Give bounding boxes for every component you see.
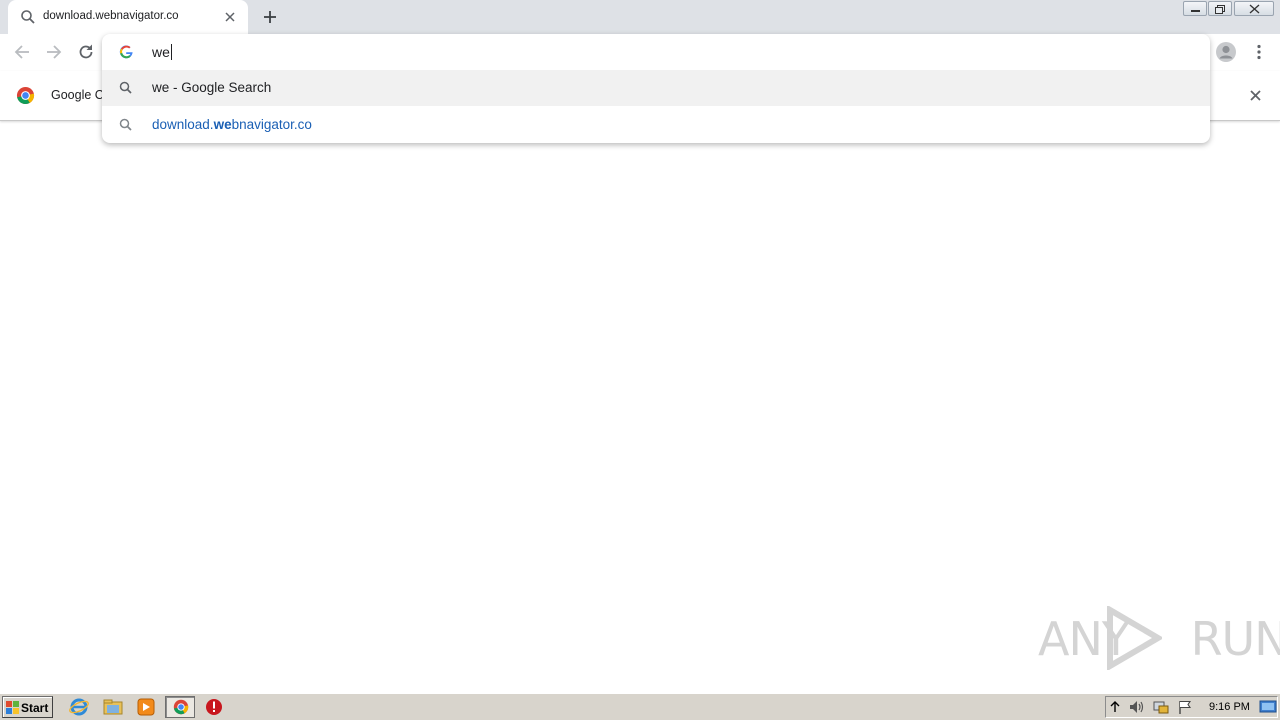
- menu-dots-icon[interactable]: [1250, 43, 1268, 61]
- stop-alert-icon[interactable]: [203, 697, 225, 717]
- forward-icon[interactable]: [44, 42, 64, 62]
- search-icon: [119, 81, 132, 94]
- suggestion-item[interactable]: download.webnavigator.co: [102, 107, 1210, 143]
- omnibox-input[interactable]: we: [152, 44, 172, 60]
- anyrun-watermark: ANY RUN: [1036, 606, 1280, 676]
- chrome-logo-icon: [16, 86, 35, 105]
- reload-icon[interactable]: [76, 42, 96, 62]
- omnibox-popup: we we - Google Search download.webnaviga…: [102, 34, 1210, 143]
- tab-strip: download.webnavigator.co: [0, 0, 1280, 34]
- suggestion-item[interactable]: we - Google Search: [102, 70, 1210, 106]
- taskbar: Start 9:16 PM: [0, 693, 1280, 720]
- back-icon[interactable]: [12, 42, 32, 62]
- taskbar-chrome-button[interactable]: [165, 696, 195, 718]
- show-hidden-icons-icon[interactable]: [1109, 700, 1121, 714]
- suggestion-url-prefix: download.: [152, 117, 214, 132]
- suggestion-text: we - Google Search: [152, 80, 272, 95]
- start-label: Start: [21, 701, 49, 715]
- folder-icon[interactable]: [102, 697, 124, 717]
- volume-icon[interactable]: [1128, 699, 1146, 715]
- tab-title: download.webnavigator.co: [43, 10, 179, 22]
- action-center-flag-icon[interactable]: [1177, 699, 1193, 715]
- minimize-button[interactable]: [1183, 1, 1207, 16]
- omnibox-input-text: we: [152, 44, 170, 60]
- browser-tab[interactable]: download.webnavigator.co: [8, 0, 248, 34]
- text-caret: [170, 44, 172, 60]
- windows-logo-icon: [6, 701, 19, 714]
- show-desktop-icon[interactable]: [1259, 699, 1277, 715]
- profile-icon[interactable]: [1215, 41, 1237, 63]
- google-g-icon: [119, 45, 133, 59]
- search-icon: [119, 118, 132, 131]
- search-icon: [21, 10, 35, 24]
- watermark-text: ANY RUN: [1038, 612, 1280, 666]
- media-player-icon[interactable]: [135, 697, 157, 717]
- internet-explorer-icon[interactable]: [68, 697, 90, 717]
- start-button[interactable]: Start: [2, 696, 53, 718]
- close-icon[interactable]: [222, 9, 238, 25]
- system-clock[interactable]: 9:16 PM: [1209, 701, 1250, 713]
- restore-button[interactable]: [1208, 1, 1232, 16]
- close-window-button[interactable]: [1234, 1, 1274, 16]
- close-icon: [1249, 4, 1260, 14]
- new-tab-icon[interactable]: [260, 7, 280, 27]
- close-icon[interactable]: [1249, 89, 1262, 102]
- suggestion-url-match: we: [213, 117, 232, 132]
- suggestion-url-suffix: bnavigator.co: [231, 117, 312, 132]
- info-bar-text: Google Cl: [51, 88, 107, 102]
- network-icon[interactable]: [1152, 699, 1170, 715]
- chrome-logo-icon: [173, 699, 189, 715]
- suggestion-url: download.webnavigator.co: [152, 117, 312, 132]
